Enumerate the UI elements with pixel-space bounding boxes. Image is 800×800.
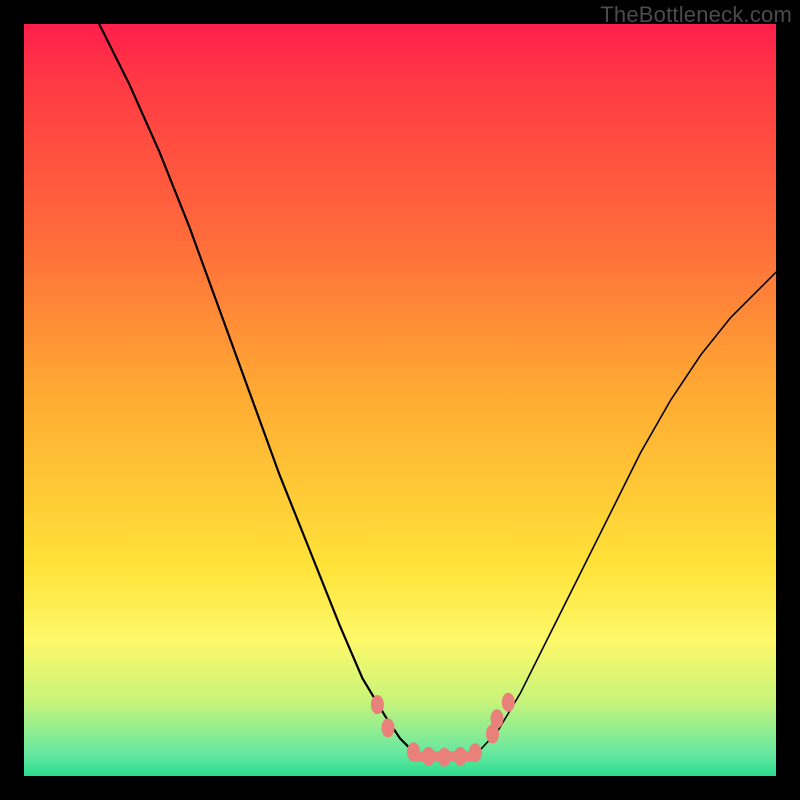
valley-marker (407, 742, 420, 761)
valley-markers (371, 693, 515, 767)
watermark-text: TheBottleneck.com (600, 2, 792, 28)
curve-left (99, 24, 411, 750)
valley-marker (371, 695, 384, 714)
chart-svg (24, 24, 776, 776)
valley-marker (422, 747, 435, 766)
valley-marker (382, 718, 395, 737)
valley-marker (469, 743, 482, 762)
valley-marker (454, 747, 467, 766)
plot-area (24, 24, 776, 776)
outer-frame: TheBottleneck.com (0, 0, 800, 800)
valley-marker (502, 693, 515, 712)
curve-right (479, 272, 776, 751)
valley-marker (438, 748, 451, 767)
valley-marker (491, 709, 504, 728)
